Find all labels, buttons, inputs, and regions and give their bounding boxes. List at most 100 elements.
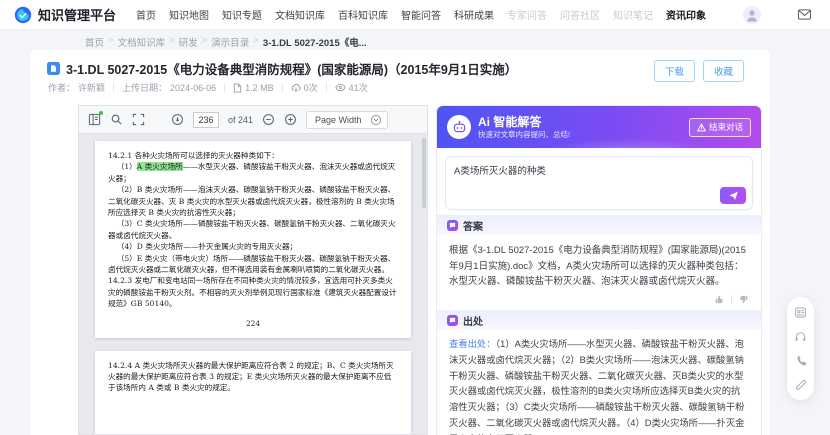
crumb-current: 3-1.DL 5027-2015《电... [263, 35, 367, 49]
end-chat-button[interactable]: 结束对话 [689, 118, 751, 137]
crumb-separator: > [169, 35, 175, 49]
ai-panel-title: Ai 智能解答 [478, 115, 570, 130]
doc-author: 作者：许新颖 [48, 81, 105, 94]
nav-item-qa-community[interactable]: 问答社区 [560, 7, 600, 22]
download-count-icon [291, 83, 301, 93]
pdf-pages-area[interactable]: 14.2.1 各种火灾场所可以选择的灭火器种类如下： （1）A 类火灾场所——水… [79, 134, 427, 435]
send-icon [728, 190, 739, 201]
pdf-viewer: of 241 Page Width [78, 105, 428, 435]
zoom-out-icon[interactable] [262, 113, 275, 126]
pdf-paragraph: （3）C 类火灾场所——磷酸铵盐干粉灭火器、碳酸氢钠干粉灭火器、二氧化碳灭火器或… [108, 218, 398, 241]
page-number-input[interactable] [193, 112, 219, 128]
crumb-separator: > [253, 35, 259, 49]
pdf-paragraph: （5）E 类火灾（带电火灾）场所——磷酸铵盐干粉灭火器、碳酸氢钠干粉灭火器、卤代… [108, 253, 398, 276]
thumbnails-icon[interactable] [88, 113, 101, 126]
answer-section-header: 答案 [437, 215, 761, 235]
phone-icon[interactable] [794, 354, 807, 367]
nav-item-home[interactable]: 首页 [136, 7, 156, 22]
pdf-page-237: 14.2.4 A 类火灾场所灭火器的最大保护距离应符合表 2 的规定；B、C 类… [95, 351, 411, 435]
doc-title-row: 3-1.DL 5027-2015《电力设备典型消防规程》(国家能源局)（2015… [47, 59, 517, 78]
ai-panel-subtitle: 快速对文章内容提问、总结! [478, 130, 570, 139]
source-section-header: 出处 [437, 310, 761, 330]
download-button[interactable]: 下载 [654, 60, 695, 82]
mail-icon[interactable] [797, 8, 812, 21]
search-icon[interactable] [110, 113, 123, 126]
source-badge-icon [447, 315, 458, 326]
answer-feedback [437, 292, 761, 310]
document-icon [47, 62, 60, 75]
answer-badge-icon [447, 220, 458, 231]
pdf-paragraph: 14.2.1 各种火灾场所可以选择的灭火器种类如下： [108, 150, 398, 161]
page-nav-icon[interactable] [171, 113, 184, 126]
nav-right [743, 6, 816, 24]
pencil-icon[interactable] [794, 378, 807, 391]
file-size-icon [233, 83, 242, 93]
headset-icon[interactable] [794, 330, 807, 343]
nav-item-wiki-library[interactable]: 百科知识库 [338, 7, 388, 22]
viewer-scrollbar[interactable] [422, 138, 426, 208]
brand[interactable]: 知识管理平台 [14, 5, 116, 24]
page-title: 3-1.DL 5027-2015《电力设备典型消防规程》(国家能源局)（2015… [66, 59, 517, 78]
crumb-demo-dir[interactable]: 演示目录 [211, 35, 249, 49]
nav-item-doc-library[interactable]: 文档知识库 [275, 7, 325, 22]
doc-download-count: 0次 [291, 81, 318, 94]
feedback-divider [731, 295, 732, 304]
end-chat-icon [697, 123, 706, 132]
ai-panel-header: Ai 智能解答 快速对文章内容提问、总结! 结束对话 [437, 106, 761, 148]
zoom-mode-select[interactable]: Page Width [306, 111, 388, 129]
chevron-down-icon [370, 114, 382, 126]
answer-section-title: 答案 [463, 218, 483, 233]
user-avatar[interactable] [743, 6, 761, 24]
meta-divider [113, 83, 114, 92]
search-highlight: A 类火灾场所 [137, 162, 183, 171]
ai-answer-panel: Ai 智能解答 快速对文章内容提问、总结! 结束对话 A类场所灭火器的种类 [436, 105, 762, 435]
notification-dot [99, 111, 103, 115]
nav-item-notes[interactable]: 知识笔记 [613, 7, 653, 22]
nav-item-knowledge-map[interactable]: 知识地图 [169, 7, 209, 22]
thumb-up-icon[interactable] [714, 294, 725, 305]
nav-item-knowledge-topic[interactable]: 知识专题 [222, 7, 262, 22]
pdf-page-number: 224 [108, 318, 398, 329]
doc-actions: 下载 收藏 [654, 60, 744, 82]
crumb-home[interactable]: 首页 [85, 35, 104, 49]
pdf-page-236: 14.2.1 各种火灾场所可以选择的灭火器种类如下： （1）A 类火灾场所——水… [95, 141, 411, 338]
brand-name: 知识管理平台 [38, 5, 116, 24]
document-detail-card: 3-1.DL 5027-2015《电力设备典型消防规程》(国家能源局)（2015… [30, 50, 770, 435]
page-total-label: of 241 [228, 115, 253, 125]
contact-icon[interactable] [794, 306, 807, 319]
nav-item-smart-qa[interactable]: 智能问答 [401, 7, 441, 22]
doc-upload-date: 上传日期：2024-06-06 [122, 81, 216, 94]
ai-robot-icon [447, 115, 471, 139]
doc-file-size: 1.2 MB [233, 83, 274, 93]
floating-toolbar [787, 297, 814, 400]
top-navbar: 知识管理平台 首页 知识地图 知识专题 文档知识库 百科知识库 智能问答 科研成… [0, 0, 830, 30]
nav-item-news[interactable]: 资讯印象 [666, 7, 706, 22]
pdf-paragraph: （2）B 类火灾场所——泡沫灭火器、碳酸氢钠干粉灭火器、磷酸铵盐干粉灭火器、二氧… [108, 184, 398, 218]
zoom-mode-value: Page Width [315, 115, 362, 125]
doc-meta-row: 作者：许新颖 上传日期：2024-06-06 1.2 MB 0次 [48, 81, 368, 94]
source-section-title: 出处 [463, 313, 483, 328]
thumb-down-icon[interactable] [738, 294, 749, 305]
favorite-button[interactable]: 收藏 [703, 60, 744, 82]
view-count-icon [335, 83, 346, 92]
expand-icon[interactable] [132, 113, 145, 126]
crumb-separator: > [202, 35, 208, 49]
doc-view-count: 41次 [335, 81, 368, 94]
crumb-rd[interactable]: 研发 [179, 35, 198, 49]
crumb-doc-library[interactable]: 文档知识库 [118, 35, 166, 49]
nav-item-expert-qa[interactable]: 专家问答 [507, 7, 547, 22]
meta-divider [326, 83, 327, 92]
view-source-link-1[interactable]: 查看出处： [449, 339, 496, 349]
meta-divider [282, 83, 283, 92]
answer-text: 根据《3-1.DL 5027-2015《电力设备典型消防规程》(国家能源局)(2… [437, 235, 761, 292]
breadcrumb: 首页 > 文档知识库 > 研发 > 演示目录 > 3-1.DL 5027-201… [85, 35, 367, 49]
question-text: A类场所灭火器的种类 [454, 163, 744, 177]
question-input[interactable]: A类场所灭火器的种类 [445, 156, 753, 210]
pdf-paragraph: （4）D 类火灾场所——扑灭金属火灾的专用灭火器； [108, 241, 398, 252]
send-button[interactable] [720, 187, 746, 204]
zoom-in-icon[interactable] [284, 113, 297, 126]
source-body: 查看出处：（1）A类火灾场所——水型灭火器、磷酸铵盐干粉灭火器、泡沫灭火器或卤代… [437, 330, 761, 435]
source-item-1: 查看出处：（1）A类火灾场所——水型灭火器、磷酸铵盐干粉灭火器、泡沫灭火器或卤代… [449, 337, 749, 435]
nav-item-research[interactable]: 科研成果 [454, 7, 494, 22]
ai-panel-titles: Ai 智能解答 快速对文章内容提问、总结! [478, 115, 570, 139]
